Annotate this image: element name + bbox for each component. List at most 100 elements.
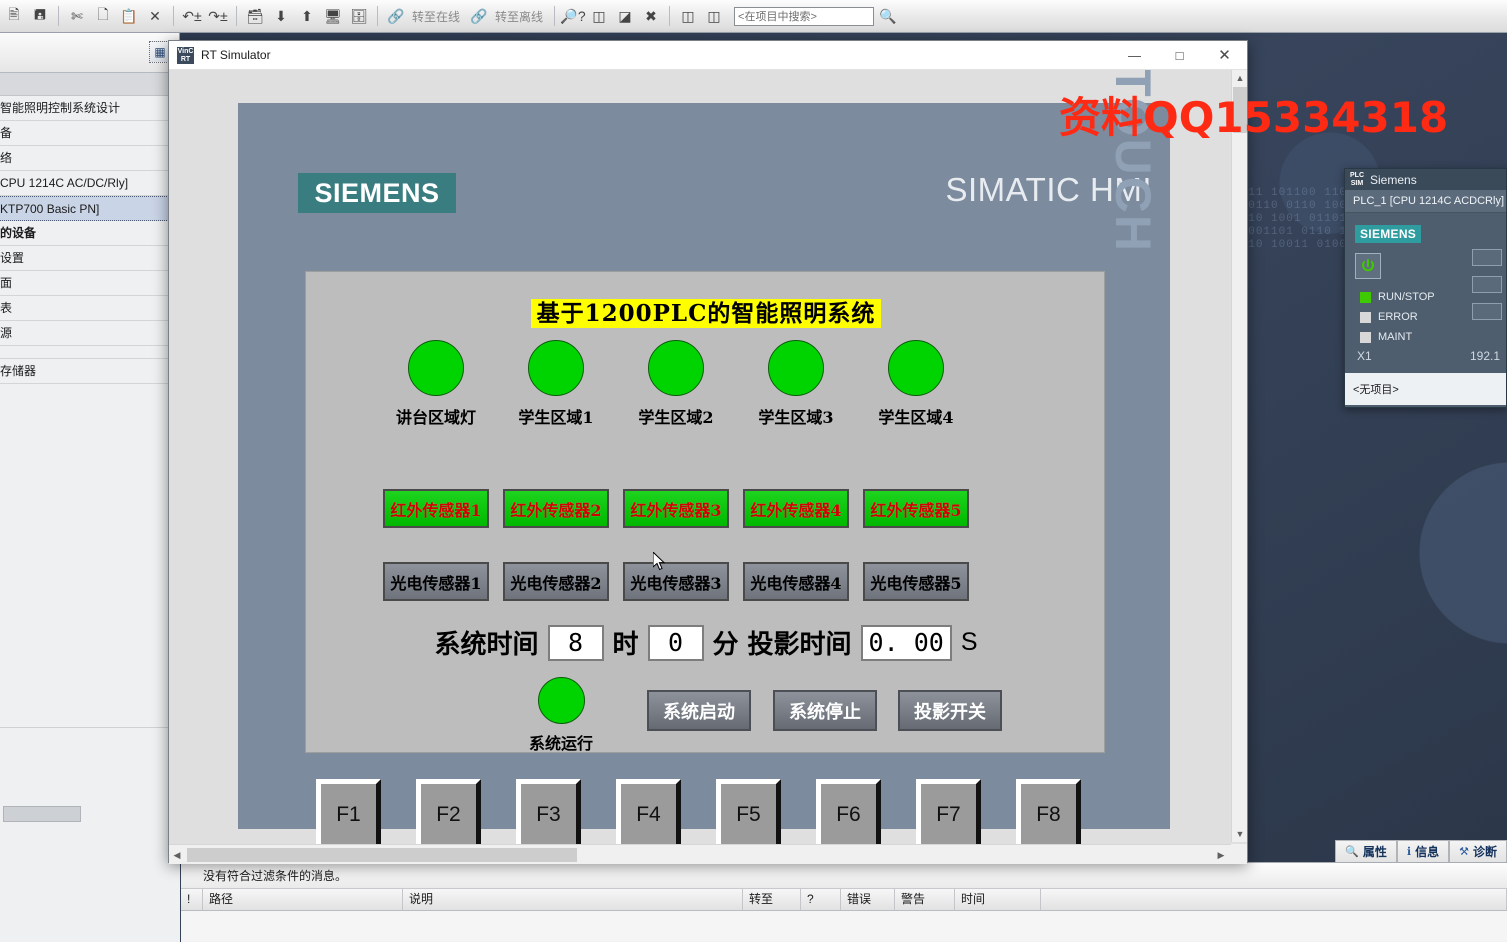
tree-item[interactable]: 源 <box>0 321 179 346</box>
lamp-indicator[interactable] <box>768 340 824 396</box>
col-path[interactable]: 路径 <box>203 889 403 910</box>
lamp-indicator[interactable] <box>408 340 464 396</box>
projection-time-label: 投影时间 <box>747 630 852 660</box>
system-start-button[interactable]: 系统启动 <box>647 690 751 731</box>
col-goto[interactable]: 转至 <box>743 889 801 910</box>
plcsim-ip-address: 192.1 <box>1469 349 1500 363</box>
col-description[interactable]: 说明 <box>403 889 743 910</box>
function-key-f1[interactable]: F1 <box>316 779 381 851</box>
system-stop-button[interactable]: 系统停止 <box>773 690 877 731</box>
led-row-error: ERROR <box>1360 307 1435 327</box>
scroll-down-icon[interactable]: ▼ <box>1232 826 1247 842</box>
project-search-input[interactable]: <在项目中搜索> <box>734 6 875 26</box>
new-icon[interactable]: 🖹 <box>2 3 26 29</box>
ir-sensor-button-2[interactable]: 红外传感器2 <box>503 489 609 528</box>
ir-sensor-button-4[interactable]: 红外传感器4 <box>743 489 849 528</box>
save-icon[interactable]: 🖪 <box>28 3 52 29</box>
system-run-lamp[interactable] <box>537 677 585 724</box>
cut-icon[interactable]: ✄ <box>65 3 89 29</box>
split-horizontal-icon[interactable]: ◫ <box>587 3 611 29</box>
col-errors[interactable]: 错误 <box>841 889 895 910</box>
tree-item[interactable]: 表 <box>0 296 179 321</box>
ir-sensor-button-3[interactable]: 红外传感器3 <box>623 489 729 528</box>
minute-input[interactable]: 0 <box>647 624 704 661</box>
download-icon[interactable]: ⬇ <box>269 3 293 29</box>
rt-horizontal-scrollbar[interactable]: ◀ ▶ <box>169 844 1247 864</box>
tree-item[interactable]: 设置 <box>0 246 179 271</box>
lamp-label: 学生区域3 <box>758 408 834 427</box>
tree-item[interactable]: 络 <box>0 146 179 171</box>
function-key-f2[interactable]: F2 <box>416 779 481 851</box>
lamp-indicator[interactable] <box>528 340 584 396</box>
col-help[interactable]: ? <box>801 889 841 910</box>
tab-info[interactable]: ℹ 信息 <box>1396 840 1450 862</box>
find-icon[interactable]: 🔍 <box>876 3 900 29</box>
pe-sensor-button-4[interactable]: 光电传感器4 <box>743 562 849 601</box>
copy-icon[interactable]: 🗋 <box>91 3 115 29</box>
go-online-label[interactable]: 转至在线 <box>410 8 465 25</box>
go-offline-label[interactable]: 转至离线 <box>493 8 548 25</box>
close-view-icon[interactable]: ✖ <box>639 3 663 29</box>
layout-vertical-icon[interactable]: ◫ <box>702 3 726 29</box>
function-key-f8[interactable]: F8 <box>1016 779 1081 851</box>
function-key-f4[interactable]: F4 <box>616 779 681 851</box>
ir-sensor-button-1[interactable]: 红外传感器1 <box>383 489 489 528</box>
power-button[interactable] <box>1355 253 1381 279</box>
function-key-f6[interactable]: F6 <box>816 779 881 851</box>
layout-horizontal-icon[interactable]: ◫ <box>676 3 700 29</box>
ir-sensor-button-5[interactable]: 红外传感器5 <box>863 489 969 528</box>
pe-sensor-cell: 光电传感器1 <box>376 562 496 601</box>
tree-item[interactable]: 存储器 <box>0 359 179 384</box>
tab-diagnostics[interactable]: ⚒ 诊断 <box>1449 840 1507 862</box>
undo-icon[interactable]: ↶± <box>180 3 204 29</box>
plcsim-footer: <无项目> <box>1345 373 1506 405</box>
go-online-icon[interactable]: 🔗 <box>384 3 408 29</box>
tree-item[interactable]: 面 <box>0 271 179 296</box>
ir-sensor-button-row: 红外传感器1 红外传感器2 红外传感器3 红外传感器4 红外传感器5 <box>306 489 1106 528</box>
tab-properties[interactable]: 🔍 属性 <box>1335 840 1397 862</box>
paste-icon[interactable]: 📋 <box>117 3 141 29</box>
tree-item-selected[interactable]: KTP700 Basic PN] <box>0 196 179 221</box>
tree-item[interactable]: 智能照明控制系统设计 <box>0 96 179 121</box>
pe-sensor-button-5[interactable]: 光电传感器5 <box>863 562 969 601</box>
start-runtime-icon[interactable]: 🗄 <box>347 3 371 29</box>
scroll-left-icon[interactable]: ◀ <box>169 847 185 863</box>
lamp-indicator[interactable] <box>888 340 944 396</box>
photoelectric-sensor-button-row: 光电传感器1 光电传感器2 光电传感器3 光电传感器4 光电传感器5 <box>306 562 1106 601</box>
projection-time-value[interactable]: 0. 00 <box>860 624 952 661</box>
scrollbar-corner-grip <box>1231 844 1247 864</box>
rt-vertical-scrollbar[interactable]: ▲ ▼ <box>1231 70 1247 842</box>
pe-sensor-button-2[interactable]: 光电传感器2 <box>503 562 609 601</box>
horizontal-scroll-thumb[interactable] <box>187 848 577 862</box>
go-offline-icon[interactable]: 🔗 <box>467 3 491 29</box>
col-time[interactable]: 时间 <box>955 889 1041 910</box>
redo-icon[interactable]: ↷± <box>206 3 230 29</box>
tree-item[interactable]: 备 <box>0 121 179 146</box>
tree-item[interactable]: 的设备 <box>0 221 179 246</box>
start-simulation-icon[interactable]: 🖥 <box>321 3 345 29</box>
function-key-f3[interactable]: F3 <box>516 779 581 851</box>
diagnostics-icon[interactable]: 🔎? <box>560 3 585 29</box>
inspector-tabs: 🔍 属性 ℹ 信息 ⚒ 诊断 <box>1335 838 1507 862</box>
watermark-text: 资料QQ15334318 <box>1059 93 1449 142</box>
delete-icon[interactable]: ✕ <box>143 3 167 29</box>
compile-icon[interactable]: 🗃 <box>243 3 267 29</box>
minimize-button[interactable]: — <box>1112 41 1157 70</box>
projector-switch-button[interactable]: 投影开关 <box>898 690 1002 731</box>
function-key-f5[interactable]: F5 <box>716 779 781 851</box>
lamp-indicator[interactable] <box>648 340 704 396</box>
tree-item[interactable]: CPU 1214C AC/DC/Rly] <box>0 171 179 196</box>
upload-icon[interactable]: ⬆ <box>295 3 319 29</box>
col-severity[interactable]: ! <box>181 889 203 910</box>
pe-sensor-button-3[interactable]: 光电传感器3 <box>623 562 729 601</box>
pe-sensor-button-1[interactable]: 光电传感器1 <box>383 562 489 601</box>
tree-horizontal-scrollbar[interactable] <box>3 806 81 822</box>
close-button[interactable]: ✕ <box>1202 41 1247 70</box>
hour-input[interactable]: 8 <box>547 624 604 661</box>
split-vertical-icon[interactable]: ◪ <box>613 3 637 29</box>
rt-simulator-titlebar[interactable]: VinC RT RT Simulator — □ ✕ <box>169 41 1247 70</box>
col-warnings[interactable]: 警告 <box>895 889 955 910</box>
maximize-button[interactable]: □ <box>1157 41 1202 70</box>
function-key-f7[interactable]: F7 <box>916 779 981 851</box>
scroll-right-icon[interactable]: ▶ <box>1213 847 1229 863</box>
